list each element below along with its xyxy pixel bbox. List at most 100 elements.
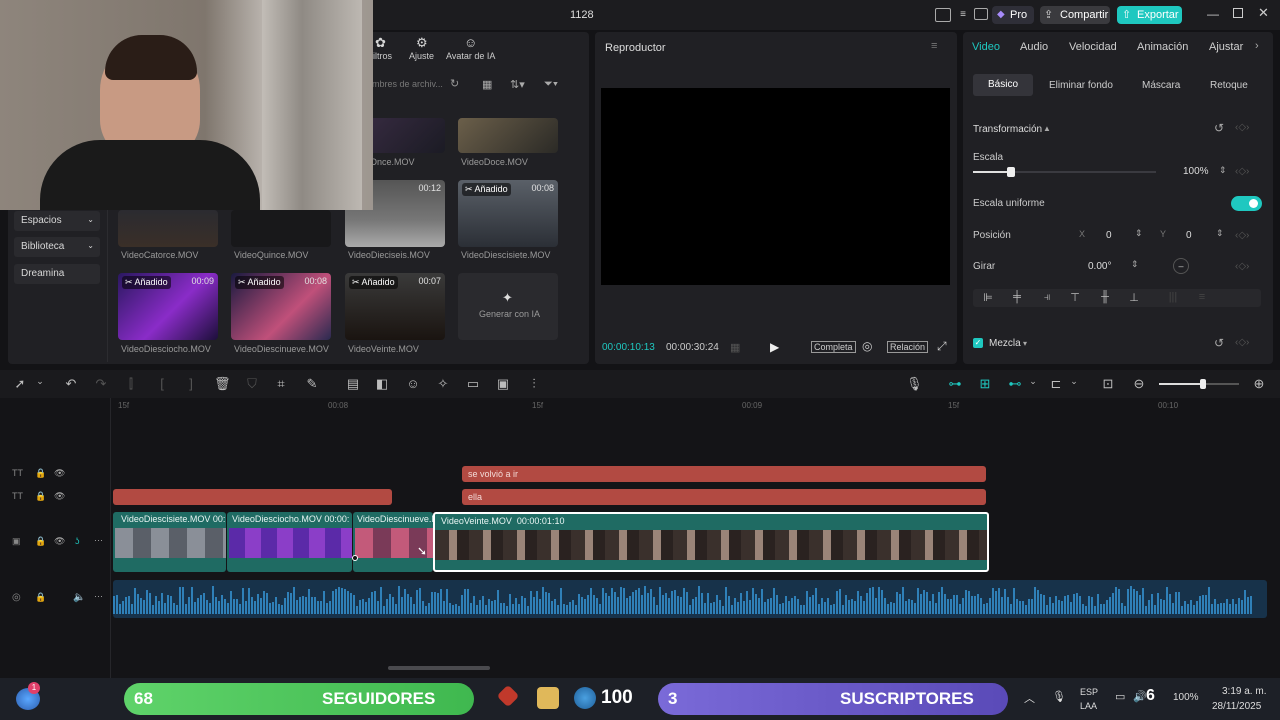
app-icon-red[interactable] <box>496 684 520 708</box>
chevron-up-icon[interactable]: ︿ <box>1024 690 1035 706</box>
keyframe-icon[interactable]: ‹◇› <box>1235 337 1249 348</box>
stepper-icon[interactable]: ⇕ <box>1135 228 1143 239</box>
freeze-icon[interactable]: ▭ <box>465 376 481 392</box>
text-clip[interactable]: ella <box>462 489 986 505</box>
sort-icon[interactable]: ⇅▾ <box>510 78 525 91</box>
menu-icon[interactable]: ≡ <box>957 8 969 20</box>
video-clip-selected[interactable]: VideoVeinte.MOV 00:00:01:10 <box>433 512 989 572</box>
trim-left-icon[interactable]: [ <box>154 376 170 391</box>
keyframe-icon[interactable]: ‹◇› <box>1235 122 1249 133</box>
keyframe-icon[interactable]: ‹◇› <box>1235 261 1249 272</box>
battery-level[interactable]: 100% <box>1173 692 1199 703</box>
sidebar-item-dreamina[interactable]: Dreamina <box>14 264 100 284</box>
preview-canvas[interactable] <box>601 88 950 285</box>
eye-icon[interactable]: 👁 <box>54 468 65 479</box>
media-thumb[interactable] <box>458 118 558 153</box>
position-y-input[interactable]: 0 <box>1186 230 1192 241</box>
lock-icon[interactable]: 🔒 <box>35 491 46 502</box>
zoom-out-icon[interactable]: ⊖ <box>1131 376 1147 392</box>
chevron-down-icon[interactable]: ⌄ <box>1066 376 1082 387</box>
avatar-tab[interactable]: Avatar de IA <box>446 51 495 61</box>
collapse-icon[interactable]: ▲ <box>1043 124 1051 133</box>
magnet-icon[interactable]: ⊶ <box>947 376 963 392</box>
sidebar-item-espacios[interactable]: Espacios ⌄ <box>14 211 100 231</box>
mic-icon[interactable]: 🎙 <box>1052 690 1066 703</box>
tab-animation[interactable]: Animación <box>1137 41 1188 53</box>
ratio-button[interactable]: Relación <box>887 341 929 353</box>
layout-label[interactable]: LAA <box>1080 701 1097 711</box>
cover-icon[interactable]: ʖ <box>75 536 80 546</box>
filters-tab[interactable]: iltros <box>373 51 392 61</box>
subtab-basic[interactable]: Básico <box>973 74 1033 96</box>
speaker-icon[interactable]: 🔈 <box>73 592 85 603</box>
snapshot-icon[interactable]: ◎ <box>862 339 872 353</box>
search-icon[interactable]: ↻ <box>450 77 459 90</box>
tab-video[interactable]: Video <box>972 41 1000 53</box>
more-icon[interactable]: ··· <box>94 591 103 601</box>
keyframe-icon[interactable]: ‹◇› <box>1235 166 1249 177</box>
stepper-icon[interactable]: ⇕ <box>1131 259 1139 270</box>
align-center-v-icon[interactable]: ╫ <box>1097 291 1113 303</box>
scale-slider-handle[interactable] <box>1007 167 1016 177</box>
edit-icon[interactable]: ✎ <box>304 376 320 392</box>
magic-icon[interactable]: ✧ <box>435 376 451 392</box>
fit-icon[interactable]: ⊡ <box>1100 376 1116 392</box>
play-button[interactable]: ▶ <box>770 340 779 354</box>
share-button[interactable]: ⇪ Compartir <box>1040 6 1110 24</box>
tab-audio[interactable]: Audio <box>1020 41 1048 53</box>
generate-ai-card[interactable]: ✦ Generar con IA <box>458 273 558 340</box>
media-thumb[interactable]: ✂ Añadido 00:08 <box>231 273 331 340</box>
shield-icon[interactable]: ⛉ <box>244 376 260 392</box>
text-clip[interactable]: se volvió a ir <box>462 466 986 482</box>
filter-icon[interactable]: ⏷▾ <box>544 78 558 91</box>
chevron-right-icon[interactable]: › <box>1255 40 1259 52</box>
video-clip[interactable]: VideoDiesciocho.MOV 00:00: <box>227 512 352 572</box>
sidebar-item-biblioteca[interactable]: Biblioteca ⌄ <box>14 237 100 257</box>
time-ruler[interactable]: 15f 00:08 15f 00:09 15f 00:10 <box>112 398 1280 412</box>
browser-icon[interactable] <box>574 687 596 709</box>
reset-icon[interactable]: ↺ <box>1214 121 1224 135</box>
timecode-grid-icon[interactable]: ▦ <box>730 341 740 354</box>
subtab-mask[interactable]: Máscara <box>1142 80 1180 91</box>
search-field[interactable]: mbres de archiv... ↻ <box>370 76 464 94</box>
lock-icon[interactable]: 🔒 <box>35 592 46 603</box>
split-icon[interactable]: ⫿ <box>123 376 139 392</box>
pro-button[interactable]: ◆ Pro <box>992 6 1034 24</box>
zoom-in-icon[interactable]: ⊕ <box>1251 376 1267 392</box>
uniform-scale-toggle[interactable] <box>1231 196 1262 211</box>
screen-icon[interactable] <box>974 8 988 20</box>
keyframe-icon[interactable]: ‹◇› <box>1235 230 1249 241</box>
zoom-slider[interactable] <box>1159 379 1239 389</box>
rotate-dial[interactable]: – <box>1173 258 1189 274</box>
select-tool-icon[interactable]: ➚ <box>12 376 28 392</box>
audio-waveform[interactable] <box>113 580 1267 618</box>
minimize-button[interactable]: — <box>1207 7 1219 21</box>
subtab-retouch[interactable]: Retoque <box>1210 80 1248 91</box>
export-frame-icon[interactable]: ▣ <box>495 376 511 392</box>
close-button[interactable]: ✕ <box>1258 5 1269 21</box>
lock-icon[interactable]: 🔒 <box>35 536 46 547</box>
video-clip[interactable]: VideoDiescinueve.M <box>353 512 433 572</box>
tab-adjust[interactable]: Ajustar <box>1209 41 1243 53</box>
full-quality-button[interactable]: Completa <box>811 341 856 353</box>
redo-icon[interactable]: ↷ <box>93 376 109 392</box>
player-menu-icon[interactable]: ≡ <box>931 40 937 52</box>
align-top-icon[interactable]: ⊤ <box>1067 291 1083 304</box>
more-icon[interactable]: ··· <box>94 535 103 545</box>
media-thumb[interactable] <box>231 210 331 247</box>
preview-axis-icon[interactable]: ⊏ <box>1048 376 1064 392</box>
transition-handle[interactable] <box>352 555 358 561</box>
chevron-down-icon[interactable]: ▾ <box>1023 339 1027 348</box>
chevron-down-icon[interactable]: ⌄ <box>1025 376 1041 387</box>
clock-time[interactable]: 3:19 a. m. <box>1222 686 1266 697</box>
clock-date[interactable]: 28/11/2025 <box>1212 701 1261 712</box>
search-input[interactable]: mbres de archiv... <box>372 79 443 89</box>
layout-icon[interactable] <box>935 8 951 22</box>
rotate-input[interactable]: 0.00° <box>1088 261 1111 272</box>
link-icon[interactable]: ⊷ <box>1007 376 1023 392</box>
blend-checkbox[interactable]: ✓ <box>973 338 983 348</box>
trim-right-icon[interactable]: ] <box>183 376 199 391</box>
audio-split-icon[interactable]: ⫶ <box>526 376 542 392</box>
eye-icon[interactable]: 👁 <box>54 536 65 547</box>
scale-value[interactable]: 100% <box>1183 166 1209 177</box>
